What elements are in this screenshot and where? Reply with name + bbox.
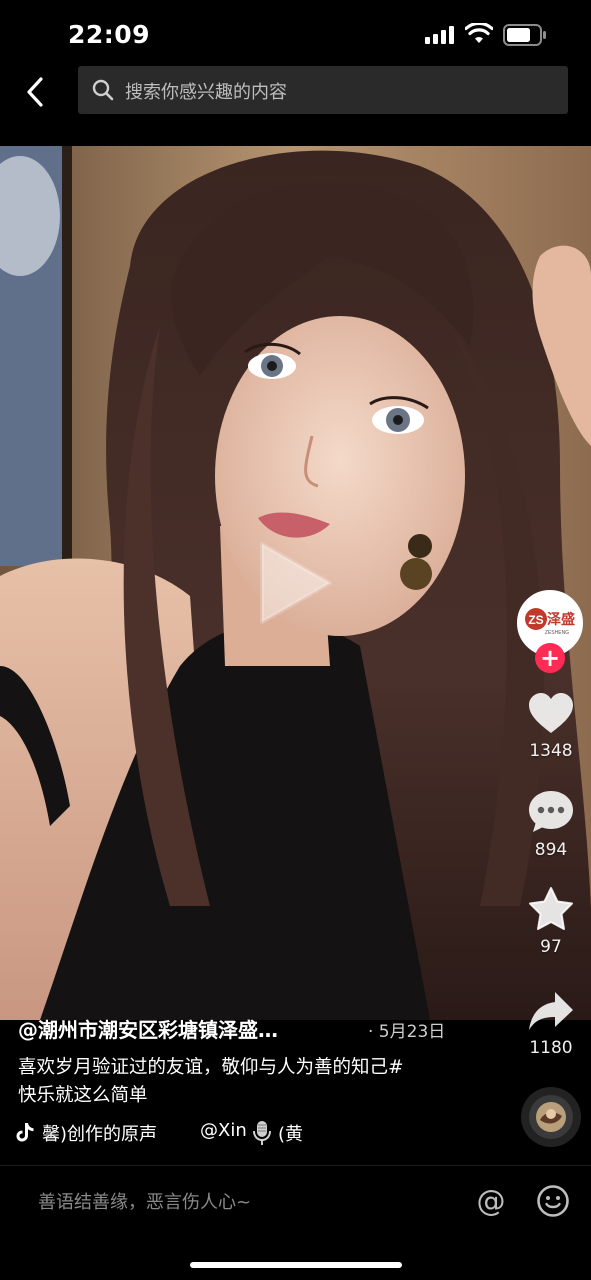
comment-bar: 善语结善缘，恶言伤人心~ @ [0,1165,591,1236]
post-date: · 5月23日 [368,1022,446,1042]
video-caption: 喜欢岁月验证过的友谊，敬仰与人为善的知己# 快乐就这么简单 [18,1054,488,1110]
search-input[interactable]: 搜索你感兴趣的内容 [78,66,568,114]
star-icon [529,887,573,930]
svg-text:泽盛: 泽盛 [547,611,575,628]
mention-button[interactable]: @ [474,1184,508,1218]
heart-icon [529,693,573,733]
share-button[interactable]: 1180 [515,990,587,1058]
plus-icon: + [539,644,561,672]
favorite-count: 97 [540,937,562,957]
wifi-icon [465,23,493,43]
status-time: 22:09 [68,20,151,49]
like-button[interactable]: 1348 [515,693,587,761]
play-icon [260,542,332,624]
tiktok-note-icon [16,1123,34,1142]
like-count: 1348 [529,741,573,761]
music-mention: @Xin [200,1120,247,1141]
caption-line: 喜欢岁月验证过的友谊，敬仰与人为善的知己# [18,1057,404,1078]
caption-hashtag[interactable]: 快乐就这么简单 [18,1082,488,1110]
share-arrow-icon [529,992,573,1030]
battery-icon [503,24,546,46]
search-icon [92,79,114,101]
microphone-emoji-icon [253,1121,271,1145]
status-bar: 22:09 [0,0,591,60]
video-detail-screen: 22:09 搜索你感兴趣的内容 ZS 泽盛 ZESHENG + 1348 894… [0,0,591,1280]
music-disc-icon [529,1095,573,1139]
search-placeholder: 搜索你感兴趣的内容 [125,82,287,103]
comment-count: 894 [534,840,568,860]
music-disc-button[interactable] [521,1087,581,1147]
author-line: @潮州市潮安区彩塘镇泽盛… · 5月23日 [18,1014,458,1044]
play-button[interactable] [254,538,334,628]
home-indicator[interactable] [190,1262,402,1268]
comment-input[interactable]: 善语结善缘，恶言伤人心~ [38,1188,251,1214]
music-tail: (黄 [278,1124,304,1145]
author-name[interactable]: @潮州市潮安区彩塘镇泽盛… [18,1014,278,1043]
comment-button[interactable]: 894 [515,790,587,860]
comment-icon [529,791,573,832]
back-button[interactable] [18,72,52,112]
follow-button[interactable]: + [535,643,565,673]
music-title: 馨)创作的原声 [42,1124,158,1145]
emoji-icon[interactable] [536,1184,570,1218]
cellular-signal-icon [425,26,454,44]
chevron-left-icon [27,77,43,107]
favorite-button[interactable]: 97 [515,887,587,957]
share-count: 1180 [529,1038,573,1058]
svg-text:ZS: ZS [528,613,543,627]
svg-text:ZESHENG: ZESHENG [545,630,569,636]
